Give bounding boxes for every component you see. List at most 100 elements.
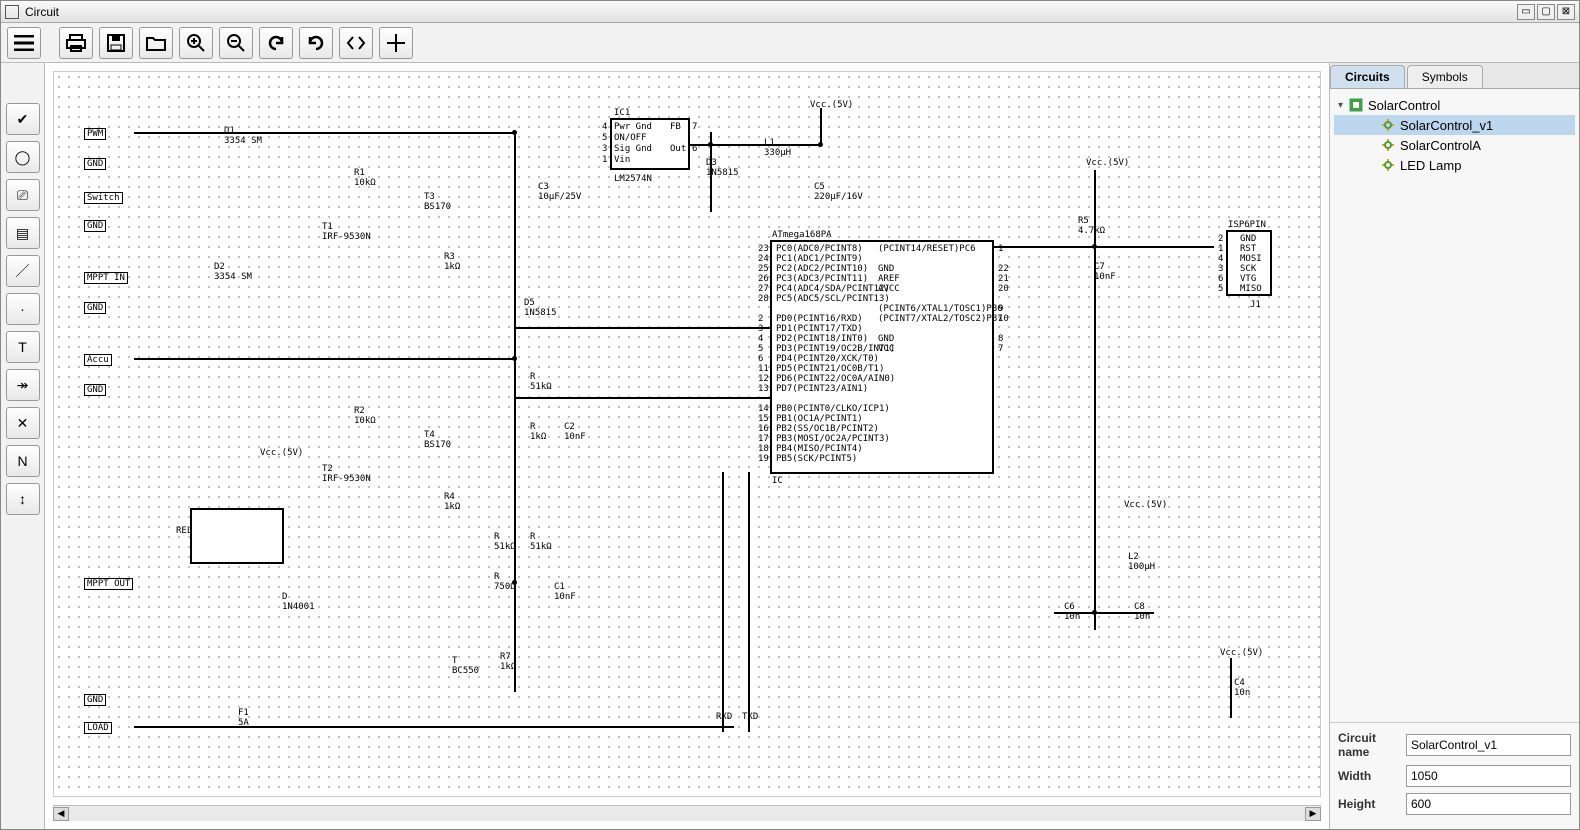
schematic-text: 8: [998, 334, 1003, 344]
schematic-text: T1: [322, 222, 333, 232]
schematic-text: MOSI: [1240, 254, 1262, 264]
schematic-text: 51kΩ: [530, 382, 552, 392]
window-close-button[interactable]: ⊠: [1557, 4, 1575, 20]
schematic-text: RXD: [716, 712, 732, 722]
sliders-tool[interactable]: ⎚: [6, 179, 40, 211]
schematic-text: IC1: [614, 108, 630, 118]
schematic-text: R4: [444, 492, 455, 502]
schematic-text: 9: [998, 304, 1003, 314]
schematic-text: 5: [1218, 284, 1223, 294]
schematic-text: Vcc.(5V): [260, 448, 303, 458]
prop-width-label: Width: [1338, 769, 1406, 783]
schematic-text: 10: [998, 314, 1009, 324]
schematic-text: 2: [1218, 234, 1223, 244]
circuit-name-input[interactable]: [1406, 734, 1571, 756]
dot-tool[interactable]: ·: [6, 293, 40, 325]
horizontal-scrollbar[interactable]: ◀ ▶: [53, 805, 1321, 821]
port-mppt-out[interactable]: MPPT OUT: [84, 578, 133, 590]
schematic-text: (PCINT6/XTAL1/TOSC1)PB6: [878, 304, 1003, 314]
canvas-scroll[interactable]: PWM GND Switch GND MPPT IN GND Accu GND MPPT OUT…: [53, 71, 1321, 797]
crosshair-button[interactable]: [379, 27, 413, 59]
schematic-text: 6: [758, 354, 763, 364]
scroll-right-button[interactable]: ▶: [1305, 807, 1321, 821]
port-switch[interactable]: Switch: [84, 192, 123, 204]
tree-root[interactable]: ▾ SolarControl: [1334, 95, 1575, 115]
tab-symbols[interactable]: Symbols: [1407, 65, 1483, 88]
schematic-text: 3: [758, 324, 763, 334]
schematic-text: 4: [758, 334, 763, 344]
net-tool[interactable]: N: [6, 445, 40, 477]
zoom-out-button[interactable]: [219, 27, 253, 59]
save-icon: [107, 34, 125, 52]
transistor-tool[interactable]: ◯: [6, 141, 40, 173]
toggle-code-button[interactable]: [339, 27, 373, 59]
zoom-in-button[interactable]: [179, 27, 213, 59]
circuit-icon: [1380, 157, 1396, 173]
port-gnd[interactable]: GND: [84, 694, 106, 706]
line-tool[interactable]: ／: [6, 255, 40, 287]
schematic-text: 6: [1218, 274, 1223, 284]
schematic-text: R: [494, 532, 499, 542]
port-accu[interactable]: Accu: [84, 354, 112, 366]
tree-item-led-lamp[interactable]: LED Lamp: [1334, 155, 1575, 175]
window-minimize-button[interactable]: ▭: [1517, 4, 1535, 20]
redo-button[interactable]: [299, 27, 333, 59]
tree-item-solarcontrol_v1[interactable]: SolarControl_v1: [1334, 115, 1575, 135]
text-tool[interactable]: T: [6, 331, 40, 363]
menu-icon: [14, 35, 34, 51]
height-input[interactable]: [1406, 793, 1571, 815]
port-mppt-in[interactable]: MPPT IN: [84, 272, 128, 284]
schematic-text: C8: [1134, 602, 1145, 612]
left-toolbar: ✔ ◯ ⎚ ▤ ／ · T ↠ ✕ N ↕: [1, 63, 45, 829]
titlebar: Circuit ▭ ▢ ⊠: [1, 1, 1579, 23]
port-gnd[interactable]: GND: [84, 384, 106, 396]
tab-circuits[interactable]: Circuits: [1330, 65, 1405, 88]
schematic-text: PD5(PCINT21/OC0B/T1): [776, 364, 884, 374]
tree-root-label: SolarControl: [1368, 98, 1440, 113]
cut-tool[interactable]: ✕: [6, 407, 40, 439]
window-title: Circuit: [25, 5, 59, 19]
circuit-tree: ▾ SolarControl SolarControl_v1 SolarContr…: [1330, 89, 1579, 181]
schematic-text: PB0(PCINT0/CLKO/ICP1): [776, 404, 890, 414]
schematic-text: ATmega168PA: [772, 230, 832, 240]
arrow-tool[interactable]: ↠: [6, 369, 40, 401]
print-button[interactable]: [59, 27, 93, 59]
schematic-canvas[interactable]: PWM GND Switch GND MPPT IN GND Accu GND MPPT OUT…: [54, 72, 1320, 796]
save-button[interactable]: [99, 27, 133, 59]
undo-button[interactable]: [259, 27, 293, 59]
schematic-text: VCC: [878, 344, 894, 354]
schematic-text: 7: [998, 344, 1003, 354]
scroll-track[interactable]: [69, 807, 1305, 821]
menu-button[interactable]: [7, 27, 41, 59]
schematic-text: 5: [602, 133, 607, 143]
schematic-text: 24: [758, 254, 769, 264]
schematic-text: 51kΩ: [494, 542, 516, 552]
tree-toggle-icon[interactable]: ▾: [1338, 100, 1348, 111]
schematic-text: PB3(MOSI/OC2A/PCINT3): [776, 434, 890, 444]
schematic-text: BS170: [424, 440, 451, 450]
bars-tool[interactable]: ▤: [6, 217, 40, 249]
schematic-text: R: [494, 572, 499, 582]
schematic-text: PB4(MISO/PCINT4): [776, 444, 863, 454]
port-pwm[interactable]: PWM: [84, 128, 106, 140]
width-input[interactable]: [1406, 765, 1571, 787]
approve-tool[interactable]: ✔: [6, 103, 40, 135]
schematic-text: Pwr Gnd: [614, 122, 652, 132]
schematic-text: PC5(ADC5/SCL/PCINT13): [776, 294, 890, 304]
port-gnd[interactable]: GND: [84, 220, 106, 232]
tree-item-label: SolarControlA: [1400, 138, 1481, 153]
ic-body[interactable]: [190, 508, 284, 564]
scroll-left-button[interactable]: ◀: [53, 807, 69, 821]
port-gnd[interactable]: GND: [84, 158, 106, 170]
tree-item-solarcontrola[interactable]: SolarControlA: [1334, 135, 1575, 155]
schematic-text: GND: [1240, 234, 1256, 244]
port-gnd[interactable]: GND: [84, 302, 106, 314]
open-button[interactable]: [139, 27, 173, 59]
port-load[interactable]: LOAD: [84, 722, 112, 734]
bus-tool[interactable]: ↕: [6, 483, 40, 515]
schematic-text: AVCC: [878, 284, 900, 294]
schematic-text: ON/OFF: [614, 133, 647, 143]
window-maximize-button[interactable]: ▢: [1537, 4, 1555, 20]
schematic-text: 10kΩ: [354, 178, 376, 188]
schematic-text: 5: [758, 344, 763, 354]
